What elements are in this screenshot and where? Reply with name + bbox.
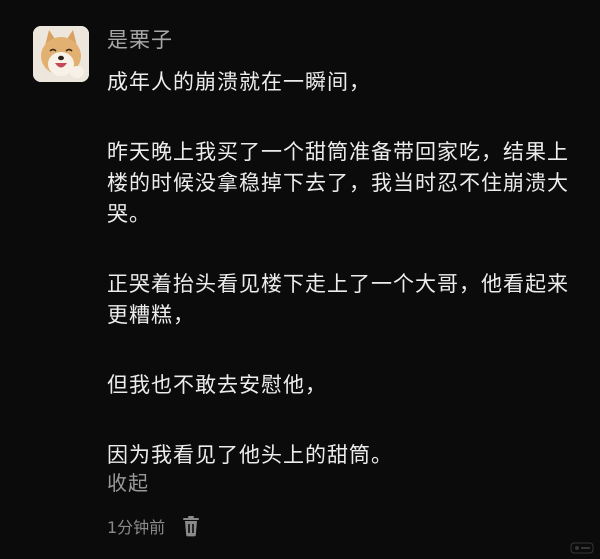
collapse-button[interactable]: 收起 (107, 467, 149, 496)
comment-paragraph: 正哭着抬头看见楼下走上了一个大哥，他看起来更糟糕， (107, 272, 569, 327)
comment-paragraph: 因为我看见了他头上的甜筒。 (107, 443, 393, 467)
avatar[interactable] (33, 26, 89, 82)
trash-icon[interactable] (181, 515, 201, 537)
comment-body: 成年人的崩溃就在一瞬间， 昨天晚上我买了一个甜筒准备带回家吃，结果上楼的时候没拿… (107, 67, 577, 471)
watermark-icon (570, 540, 594, 554)
shiba-dog-avatar-icon (33, 26, 89, 82)
comment-paragraph: 但我也不敢去安慰他， (107, 373, 327, 397)
comment-timestamp: 1分钟前 (107, 518, 166, 537)
comment-card: 是栗子 成年人的崩溃就在一瞬间， 昨天晚上我买了一个甜筒准备带回家吃，结果上楼的… (0, 0, 600, 558)
comment-author[interactable]: 是栗子 (107, 24, 173, 54)
comment-meta: 1分钟前 (107, 514, 201, 538)
comment-paragraph: 昨天晚上我买了一个甜筒准备带回家吃，结果上楼的时候没拿稳掉下去了，我当时忍不住崩… (107, 140, 569, 226)
comment-paragraph: 成年人的崩溃就在一瞬间， (107, 70, 371, 94)
